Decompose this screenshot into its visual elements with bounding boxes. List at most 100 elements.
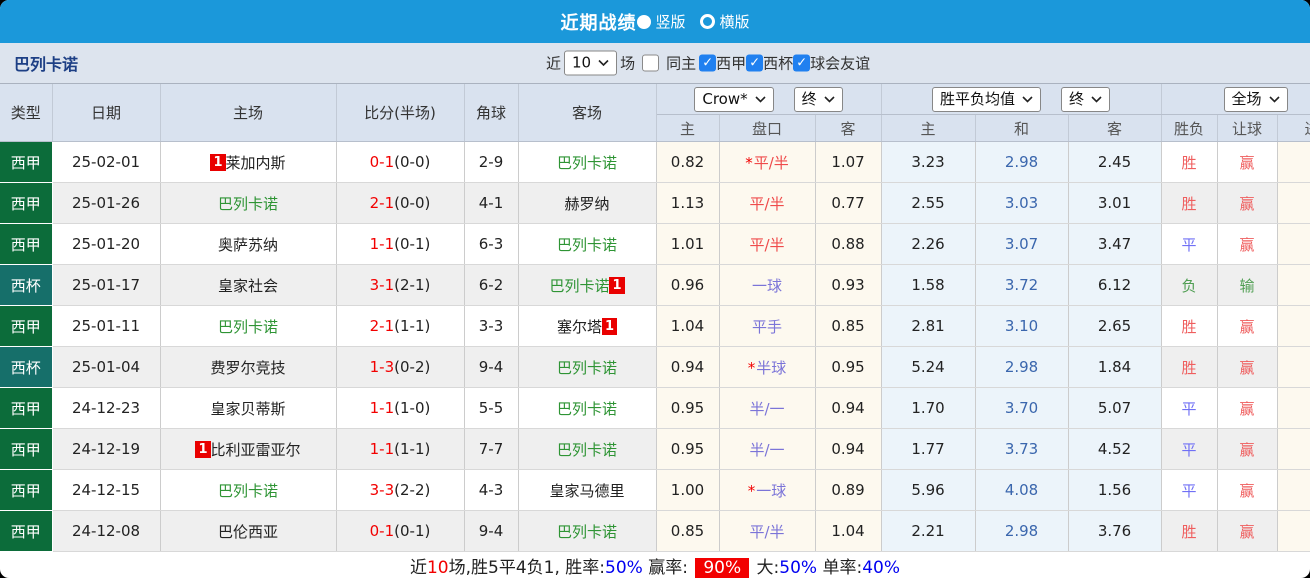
ah-away-odds-cell: 0.77	[815, 182, 882, 224]
halftime-score: (2-2)	[394, 481, 431, 499]
ah-home-odds-cell: 1.01	[656, 223, 720, 265]
radio-horizontal-layout-icon[interactable]	[699, 14, 715, 29]
ah-line-cell: 半/一	[719, 428, 816, 470]
handicap-line: 平/半	[749, 522, 785, 541]
home-team-cell: 1 比利亚雷亚尔	[160, 428, 337, 470]
home-team-cell: 皇家社会	[160, 264, 337, 306]
eu-home-odds-cell: 5.24	[881, 346, 976, 388]
result-group: 全场	[1161, 84, 1310, 115]
filterbar: 巴列卡诺 近 10 场 同主 西甲 西杯 球会友谊	[0, 43, 1310, 84]
fulltime-score: 0-1	[369, 153, 395, 171]
asian-time-select[interactable]: 终	[793, 86, 843, 112]
score-cell: 3-3(2-2)	[336, 469, 465, 511]
scope-select[interactable]: 全场	[1223, 86, 1288, 112]
eu-draw-odds-cell: 3.72	[975, 264, 1069, 306]
table-row: 西甲 24-12-08 巴伦西亚 0-1(0-1) 9-4 巴列卡诺 0.85 …	[0, 510, 1310, 552]
rank-badge: 1	[609, 276, 625, 294]
radio-horizontal-label[interactable]: 横版	[720, 11, 750, 32]
star-mark: *	[747, 481, 756, 500]
handicap-result-cell: 赢	[1217, 510, 1278, 552]
filters: 近 10 场 同主 西甲 西杯 球会友谊	[543, 50, 871, 76]
goals-cell	[1277, 305, 1310, 347]
eu-away-odds-cell: 4.52	[1068, 428, 1162, 470]
league-type-cell: 西杯	[0, 346, 53, 388]
chevron-down-icon	[1022, 95, 1033, 103]
near-label: 近	[546, 54, 562, 73]
ah-line-cell: 平/半	[719, 223, 816, 265]
date-cell: 25-02-01	[52, 141, 161, 183]
ah-home-odds-cell: 0.95	[656, 387, 720, 429]
home-team-name: 巴列卡诺	[217, 481, 278, 500]
handicap-result-cell: 赢	[1217, 428, 1278, 470]
recent-count-select[interactable]: 10	[564, 50, 618, 76]
ah-away-odds-cell: 0.94	[815, 428, 882, 470]
away-team-cell: 巴列卡诺 1	[518, 264, 657, 306]
result-cell: 胜	[1161, 510, 1218, 552]
scope-value: 全场	[1231, 89, 1262, 108]
eu-away-odds-cell: 2.65	[1068, 305, 1162, 347]
score-cell: 2-1(1-1)	[336, 305, 465, 347]
eu-away-odds-cell: 3.76	[1068, 510, 1162, 552]
date-cell: 24-12-23	[52, 387, 161, 429]
fulltime-score: 3-3	[369, 481, 395, 499]
home-team-name: 巴列卡诺	[217, 317, 278, 336]
away-team-cell: 塞尔塔 1	[518, 305, 657, 347]
summary-part: 50%	[605, 558, 643, 578]
corners-cell: 5-5	[464, 387, 519, 429]
eu-home-odds-cell: 2.55	[881, 182, 976, 224]
avg-odds-select[interactable]: 胜平负均值	[932, 86, 1042, 112]
date-cell: 25-01-04	[52, 346, 161, 388]
eu-away-odds-cell: 3.47	[1068, 223, 1162, 265]
eu-home-odds-cell: 2.81	[881, 305, 976, 347]
friendly-label: 球会友谊	[810, 54, 871, 73]
subcol-result: 胜负	[1161, 114, 1218, 142]
result-cell: 平	[1161, 469, 1218, 511]
same-home-label: 同主	[666, 54, 697, 73]
summary-part: 单率:	[817, 558, 863, 578]
corners-cell: 9-4	[464, 346, 519, 388]
date-cell: 25-01-17	[52, 264, 161, 306]
laliga-label: 西甲	[716, 54, 747, 73]
same-home-checkbox[interactable]	[642, 54, 660, 72]
subcol-ah-away: 客	[815, 114, 882, 142]
rank-badge: 1	[195, 440, 211, 458]
recent-count-value: 10	[572, 53, 592, 72]
ah-home-odds-cell: 0.85	[656, 510, 720, 552]
fulltime-score: 3-1	[369, 276, 395, 294]
copa-checkbox[interactable]	[746, 54, 764, 72]
chevron-down-icon	[755, 95, 766, 103]
radio-vertical-label[interactable]: 竖版	[655, 11, 685, 32]
laliga-checkbox[interactable]	[699, 54, 717, 72]
result-cell: 胜	[1161, 141, 1218, 183]
team-name: 巴列卡诺	[14, 55, 79, 74]
ah-away-odds-cell: 1.07	[815, 141, 882, 183]
goals-cell	[1277, 141, 1310, 183]
friendly-checkbox[interactable]	[793, 54, 811, 72]
summary-part: 场,胜5平4负1, 胜率:	[448, 558, 605, 578]
results-table: 类型 日期 主场 比分(半场) 角球 客场 Crow* 终 胜平负均值 终 全场…	[0, 84, 1310, 552]
handicap-line: 半球	[756, 358, 787, 377]
eu-draw-odds-cell: 3.07	[975, 223, 1069, 265]
result-cell: 平	[1161, 223, 1218, 265]
date-cell: 24-12-15	[52, 469, 161, 511]
euro-time-select[interactable]: 终	[1061, 86, 1111, 112]
score-cell: 1-3(0-2)	[336, 346, 465, 388]
summary-part: 90%	[695, 558, 750, 578]
bookmaker-select[interactable]: Crow*	[694, 86, 774, 112]
radio-vertical-layout-icon[interactable]	[637, 14, 652, 29]
summary-part: 10	[426, 558, 449, 578]
ah-away-odds-cell: 0.85	[815, 305, 882, 347]
halftime-score: (2-1)	[394, 276, 431, 294]
handicap-line: 一球	[751, 276, 782, 295]
subcol-ah-line: 盘口	[719, 114, 816, 142]
away-team-name: 皇家马德里	[549, 481, 625, 500]
table-row: 西杯 25-01-04 费罗尔竞技 1-3(0-2) 9-4 巴列卡诺 0.94…	[0, 346, 1310, 388]
corners-cell: 4-1	[464, 182, 519, 224]
eu-away-odds-cell: 3.01	[1068, 182, 1162, 224]
ah-line-cell: 平/半	[719, 182, 816, 224]
score-cell: 0-1(0-1)	[336, 510, 465, 552]
home-team-cell: 巴列卡诺	[160, 305, 337, 347]
fulltime-score: 1-1	[369, 440, 395, 458]
date-cell: 25-01-26	[52, 182, 161, 224]
asian-odds-group: Crow* 终	[656, 84, 882, 115]
